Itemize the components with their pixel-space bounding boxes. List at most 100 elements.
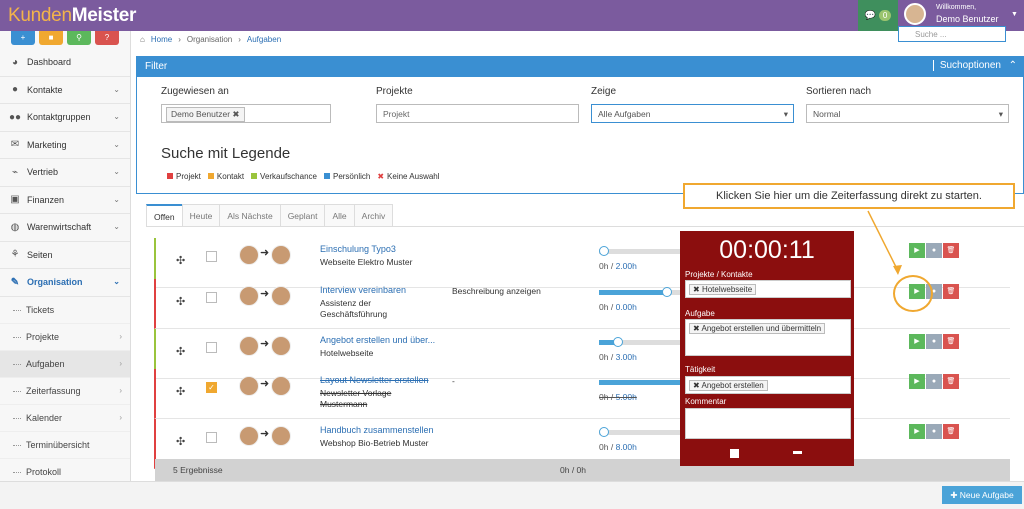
sidebar-item-kontakte[interactable]: ● Kontakte ⌄ (0, 77, 130, 104)
avatar (271, 376, 291, 396)
breadcrumb-current[interactable]: Aufgaben (247, 35, 281, 44)
progress-bar[interactable] (599, 380, 687, 385)
legend-item-keine[interactable]: ✖ Keine Auswahl (377, 172, 439, 181)
timer-activity-tag[interactable]: ✖ Angebot erstellen (689, 380, 768, 391)
drag-handle-icon[interactable]: ✣ (176, 295, 185, 308)
trash-icon[interactable]: 🗑 (943, 424, 959, 439)
projects-field[interactable]: Projekt (376, 104, 579, 123)
task-title[interactable]: Angebot erstellen und über... (320, 335, 435, 345)
breadcrumb-home[interactable]: Home (151, 35, 172, 44)
timer-project-tag[interactable]: ✖ Hotelwebseite (689, 284, 757, 295)
comment-icon[interactable]: ● (926, 374, 942, 389)
assigned-field[interactable]: Demo Benutzer ✖ (161, 104, 331, 123)
assigned-tag[interactable]: Demo Benutzer ✖ (166, 107, 245, 122)
chevron-up-icon[interactable]: ⌃ (1009, 60, 1017, 71)
task-title[interactable]: Handbuch zusammenstellen (320, 425, 434, 435)
task-subtitle: Newsletter Vorlage Mustermann (320, 388, 392, 409)
legend-item-kontakt[interactable]: Kontakt (207, 172, 244, 181)
legend-item-persoenlich[interactable]: Persönlich (323, 172, 370, 181)
trash-icon[interactable]: 🗑 (943, 284, 959, 299)
sidebar-subitem-aufgaben[interactable]: Aufgaben › (0, 350, 130, 378)
envelope-icon: ✉ (10, 139, 20, 151)
progress-bar[interactable] (599, 287, 687, 297)
sidebar-subitem-projekte[interactable]: Projekte › (0, 324, 130, 351)
new-task-button[interactable]: ✚ Neue Aufgabe (942, 486, 1022, 504)
drag-handle-icon[interactable]: ✣ (176, 345, 185, 358)
task-time: 0h / 5.00h (599, 392, 637, 402)
play-icon[interactable]: ▶ (909, 424, 925, 439)
sidebar-item-kontaktgruppen[interactable]: ●● Kontaktgruppen ⌄ (0, 104, 130, 132)
sort-select[interactable]: Normal ▾ (806, 104, 1009, 123)
task-checkbox[interactable] (206, 432, 217, 443)
progress-bar[interactable] (599, 337, 687, 347)
sitemap-icon: ⚘ (10, 249, 20, 261)
trash-icon[interactable]: 🗑 (943, 334, 959, 349)
timer-task-tag[interactable]: ✖ Angebot erstellen und übermitteln (689, 323, 826, 334)
sidebar-item-warenwirtschaft[interactable]: ◍ Warenwirtschaft ⌄ (0, 214, 130, 242)
sidebar-subitem-terminuebersicht[interactable]: Terminübersicht (0, 432, 130, 459)
dashboard-icon: ◕ (11, 56, 19, 68)
task-actions: ▶ ● 🗑 (909, 374, 959, 389)
help-icon[interactable]: ? (95, 31, 119, 45)
timer-comment-field[interactable] (685, 408, 851, 439)
play-icon[interactable]: ▶ (909, 334, 925, 349)
sidebar-item-seiten[interactable]: ⚘ Seiten (0, 242, 130, 269)
task-title[interactable]: Interview vereinbaren (320, 285, 406, 295)
task-title[interactable]: Layout Newsletter erstellen (320, 375, 429, 385)
legend-item-projekt[interactable]: Projekt (167, 172, 201, 181)
stop-icon[interactable] (730, 449, 739, 458)
avatar (904, 3, 926, 25)
sidebar-subitem-tickets[interactable]: Tickets (0, 297, 130, 324)
task-checkbox[interactable] (206, 251, 217, 262)
task-description[interactable]: Beschreibung anzeigen (452, 286, 541, 296)
drag-handle-icon[interactable]: ✣ (176, 385, 185, 398)
arrow-right-icon: ➜ (260, 428, 270, 440)
sidebar-item-marketing[interactable]: ✉ Marketing ⌄ (0, 132, 130, 159)
comment-icon[interactable]: ● (926, 243, 942, 258)
search-options-button[interactable]: Suchoptionen (932, 60, 1001, 71)
comment-icon[interactable]: ■ (39, 31, 63, 45)
trash-icon[interactable]: 🗑 (943, 374, 959, 389)
legend-item-verkaufschance[interactable]: Verkaufschance (251, 172, 317, 181)
sidebar-item-organisation[interactable]: ✎ Organisation ⌄ (0, 269, 130, 297)
add-icon[interactable]: + (11, 31, 35, 45)
tab-alle[interactable]: Alle (324, 204, 355, 226)
sidebar-item-finanzen[interactable]: ▣ Finanzen ⌄ (0, 187, 130, 214)
sidebar-item-dashboard[interactable]: ◕ Dashboard (0, 49, 130, 77)
task-row: ✣ ➜ Interview vereinbaren Assistenz der … (154, 279, 1010, 329)
comment-icon[interactable]: ● (926, 334, 942, 349)
comment-icon[interactable]: ● (926, 424, 942, 439)
trash-icon[interactable]: 🗑 (943, 243, 959, 258)
progress-bar[interactable] (599, 246, 687, 256)
timer-activity-field[interactable]: ✖ Angebot erstellen (685, 376, 851, 394)
tab-heute[interactable]: Heute (181, 204, 221, 226)
breadcrumb-org[interactable]: Organisation (187, 35, 232, 44)
task-checkbox[interactable] (206, 342, 217, 353)
task-description[interactable]: - (452, 376, 455, 386)
timer-task-field[interactable]: ✖ Angebot erstellen und übermitteln (685, 319, 851, 356)
logo[interactable]: KundenMeister (8, 5, 136, 27)
sidebar-subitem-zeiterfassung[interactable]: Zeiterfassung › (0, 378, 130, 405)
play-icon[interactable]: ▶ (909, 374, 925, 389)
progress-bar[interactable] (599, 427, 687, 437)
drag-handle-icon[interactable]: ✣ (176, 435, 185, 448)
tab-archiv[interactable]: Archiv (353, 204, 394, 226)
search-input[interactable]: Suche ... (898, 26, 1006, 42)
search-icon[interactable]: ⚲ (67, 31, 91, 45)
tab-geplant[interactable]: Geplant (279, 204, 326, 226)
task-title[interactable]: Einschulung Typo3 (320, 244, 396, 254)
tab-offen[interactable]: Offen (146, 204, 183, 226)
play-icon[interactable]: ▶ (909, 243, 925, 258)
sidebar-subitem-kalender[interactable]: Kalender › (0, 405, 130, 432)
chat-button[interactable]: 💬 0 (858, 0, 898, 31)
breadcrumb: ⌂ Home › Organisation › Aufgaben (140, 34, 282, 44)
assigned-label: Zugewiesen an (161, 86, 229, 97)
drag-handle-icon[interactable]: ✣ (176, 254, 185, 267)
timer-project-field[interactable]: ✖ Hotelwebseite (685, 280, 851, 298)
sidebar-item-vertrieb[interactable]: ⌁ Vertrieb ⌄ (0, 159, 130, 187)
task-checkbox[interactable]: ✓ (206, 382, 217, 393)
task-checkbox[interactable] (206, 292, 217, 303)
show-select[interactable]: Alle Aufgaben ▾ (591, 104, 794, 123)
tab-als-naechste[interactable]: Als Nächste (219, 204, 281, 226)
minimize-icon[interactable] (793, 451, 802, 454)
